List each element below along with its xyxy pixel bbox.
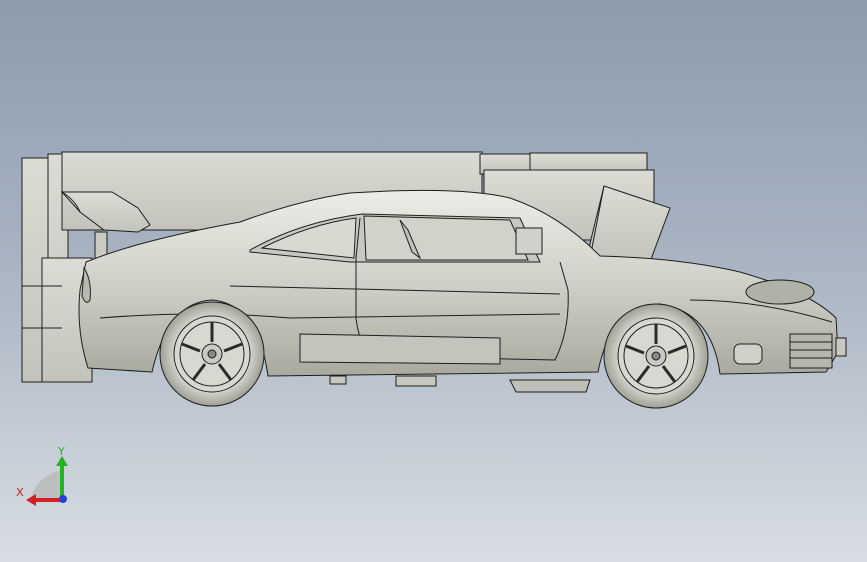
- graphics-viewport[interactable]: Y X: [0, 0, 867, 562]
- orientation-triad: Y X: [16, 445, 68, 506]
- x-axis-label: X: [16, 486, 24, 499]
- y-axis-label: Y: [57, 445, 65, 458]
- z-axis-marker: [59, 495, 67, 503]
- x-axis-arrowhead: [26, 494, 36, 506]
